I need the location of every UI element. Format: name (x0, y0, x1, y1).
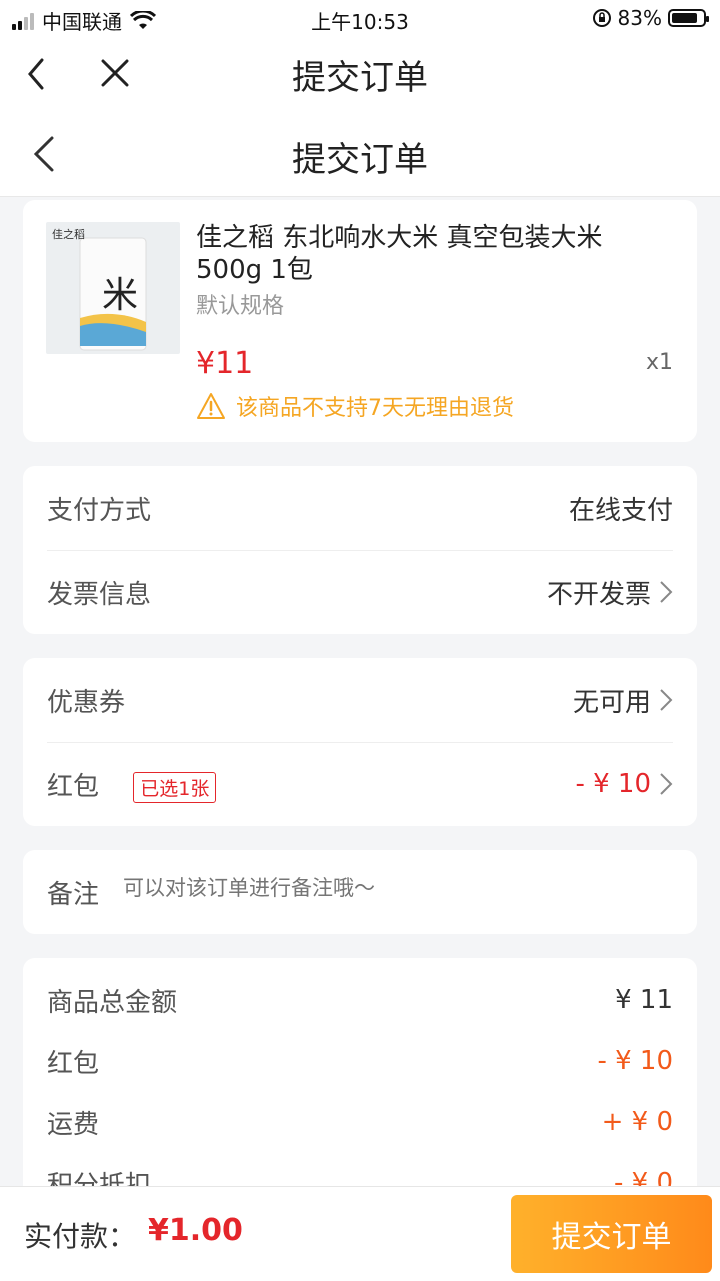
webview-title: 提交订单 (292, 58, 428, 98)
chevron-right-icon (660, 773, 673, 795)
summary-row: 红包 - ¥ 10 (47, 1041, 673, 1081)
product-quantity: x1 (645, 350, 673, 375)
redpacket-badge: 已选1张 (133, 771, 217, 803)
status-bar: 中国联通 上午10:53 83% (0, 0, 720, 36)
redpacket-value: - ¥ 10 (575, 769, 651, 799)
product-name[interactable]: 佳之稻 东北响水大米 真空包装大米 500g 1包 (196, 222, 676, 286)
payment-card: 支付方式 在线支付 发票信息 不开发票 (23, 466, 697, 634)
product-image-brand: 佳之稻 (52, 228, 85, 241)
page-title: 提交订单 (292, 140, 428, 180)
return-warning: 该商品不支持7天无理由退货 (196, 390, 514, 422)
redpacket-row[interactable]: 红包 已选1张 - ¥ 10 (47, 742, 673, 826)
battery-icon (668, 9, 709, 27)
summary-value: + ¥ 0 (601, 1107, 673, 1137)
submit-order-button[interactable]: 提交订单 (511, 1195, 712, 1273)
payment-method-row: 支付方式 在线支付 (47, 466, 673, 550)
invoice-row[interactable]: 发票信息 不开发票 (47, 550, 673, 634)
summary-value: - ¥ 10 (597, 1046, 673, 1076)
product-image-text: 米 (102, 275, 139, 316)
coupon-value: 无可用 (572, 687, 651, 718)
chevron-right-icon (660, 689, 673, 711)
remark-input[interactable] (123, 876, 663, 900)
product-price: ¥11 (196, 346, 254, 381)
product-spec: 默认规格 (196, 294, 285, 319)
webview-header: 提交订单 (0, 36, 720, 112)
pay-label: 实付款： (24, 1220, 137, 1253)
discount-card: 优惠券 无可用 红包 已选1张 - ¥ 10 (23, 658, 697, 826)
coupon-row[interactable]: 优惠券 无可用 (47, 658, 673, 742)
invoice-value: 不开发票 (546, 579, 651, 610)
remark-label: 备注 (47, 880, 100, 910)
redpacket-label: 红包 (47, 771, 100, 802)
remark-card: 备注 (23, 850, 697, 934)
summary-label: 红包 (47, 1048, 100, 1079)
rotation-lock-icon (592, 9, 611, 27)
warning-icon (197, 393, 225, 419)
battery-percent: 83% (617, 6, 662, 30)
summary-card: 商品总金额 ¥ 11 红包 - ¥ 10 运费 + ¥ 0 积分抵扣 - ¥ 0 (23, 958, 697, 1218)
summary-row: 商品总金额 ¥ 11 (47, 980, 673, 1020)
pay-amount: ¥1.00 (148, 1213, 243, 1248)
summary-value: ¥ 11 (615, 985, 673, 1015)
summary-row: 运费 + ¥ 0 (47, 1102, 673, 1142)
return-warning-text: 该商品不支持7天无理由退货 (236, 396, 514, 421)
summary-label: 运费 (47, 1109, 100, 1140)
chevron-right-icon (660, 581, 673, 603)
coupon-label: 优惠券 (47, 687, 126, 718)
payment-method-value: 在线支付 (568, 495, 673, 526)
payment-method-label: 支付方式 (47, 495, 152, 526)
product-image[interactable]: 佳之稻 米 (46, 222, 180, 354)
page-header: 提交订单 (0, 112, 720, 197)
invoice-label: 发票信息 (47, 579, 152, 610)
product-card: 佳之稻 米 佳之稻 东北响水大米 真空包装大米 500g 1包 默认规格 ¥11… (23, 200, 697, 442)
summary-label: 商品总金额 (47, 987, 178, 1018)
checkout-bar: 实付款： ¥1.00 提交订单 (0, 1186, 720, 1281)
